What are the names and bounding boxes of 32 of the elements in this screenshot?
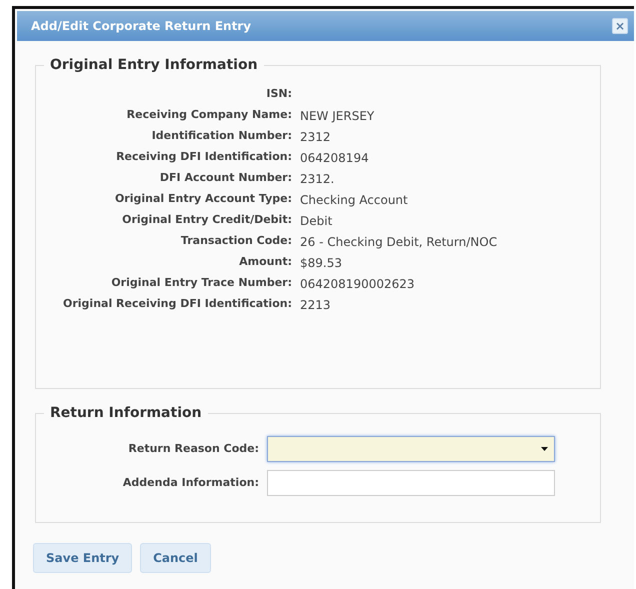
field-value: 2312 (300, 128, 331, 146)
field-value: 2312. (300, 170, 334, 188)
field-label: Transaction Code: (180, 233, 292, 250)
field-label: Original Entry Account Type: (114, 191, 292, 208)
field-label: DFI Account Number: (158, 170, 292, 186)
field-label: Original Entry Credit/Debit: (121, 212, 292, 228)
field-label: Return Reason Code: (127, 440, 259, 457)
field-label: Receiving Company Name: (126, 107, 292, 124)
field-value: 2213 (300, 296, 331, 314)
save-button[interactable]: Save Entry (33, 543, 132, 573)
field-value: 26 - Checking Debit, Return/NOC (300, 234, 498, 250)
section-legend: Original Entry Information (44, 55, 264, 76)
field-value: Debit (300, 212, 332, 230)
caret-icon (541, 447, 548, 451)
dropdown-field[interactable] (267, 436, 555, 462)
field-value: Checking Account (300, 192, 408, 208)
field-label: Original Receiving DFI Identification: (62, 296, 292, 312)
cancel-button[interactable]: Cancel (140, 543, 211, 573)
field-label: Addenda Information: (122, 474, 259, 491)
input-field[interactable] (267, 470, 555, 496)
field-label: Receiving DFI Identification: (115, 149, 292, 166)
field-value: NEW JERSEY (300, 108, 374, 124)
field-label: Identification Number: (150, 128, 292, 144)
field-label: Amount: (238, 254, 292, 270)
window-title: Add/Edit Corporate Return Entry (31, 18, 252, 35)
field-label: Original Entry Trace Number: (110, 275, 292, 292)
field-label: ISN: (265, 86, 292, 102)
section-legend: Return Information (44, 403, 208, 424)
field-value: 064208194 (300, 150, 369, 166)
field-value: $89.53 (300, 254, 342, 272)
close-button[interactable]: × (612, 18, 628, 34)
field-value: 064208190002623 (300, 276, 415, 292)
